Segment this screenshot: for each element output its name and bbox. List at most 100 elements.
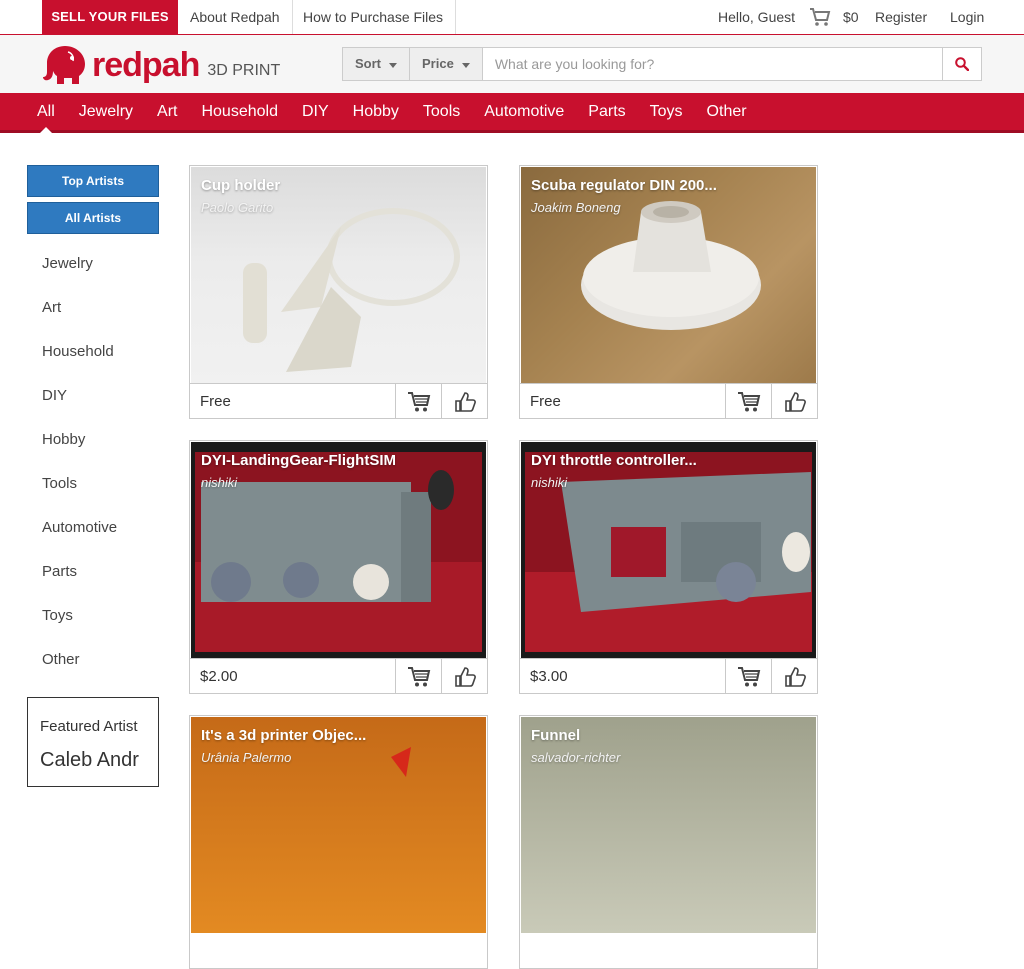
top-artists-button[interactable]: Top Artists bbox=[27, 165, 159, 197]
search-icon bbox=[955, 57, 969, 71]
add-to-cart-button[interactable] bbox=[395, 384, 441, 419]
category-tab-diy[interactable]: DIY bbox=[290, 93, 341, 130]
product-title[interactable]: It's a 3d printer Objec... bbox=[201, 727, 366, 744]
category-tab-hobby[interactable]: Hobby bbox=[341, 93, 411, 130]
sell-your-files-button[interactable]: SELL YOUR FILES bbox=[42, 0, 178, 34]
product-title[interactable]: DYI-LandingGear-FlightSIM bbox=[201, 452, 396, 469]
category-nav: All Jewelry Art Household DIY Hobby Tool… bbox=[0, 93, 1024, 133]
cart-icon bbox=[809, 7, 831, 27]
product-price: $2.00 bbox=[200, 668, 238, 685]
product-title[interactable]: DYI throttle controller... bbox=[531, 452, 697, 469]
featured-artist-name[interactable]: Caleb Andr bbox=[40, 749, 158, 772]
thumbs-up-icon bbox=[784, 666, 806, 687]
search-button[interactable] bbox=[942, 48, 981, 80]
thumbs-up-icon bbox=[454, 391, 476, 412]
top-utility-bar: SELL YOUR FILES About Redpah How to Purc… bbox=[0, 0, 1024, 35]
chevron-down-icon bbox=[461, 62, 470, 68]
sidebar: Top Artists All Artists Jewelry Art Hous… bbox=[27, 165, 159, 689]
sidebar-item-automotive[interactable]: Automotive bbox=[27, 513, 159, 557]
product-card[interactable]: Cup holder Paolo Garito Free bbox=[189, 165, 488, 419]
price-dropdown[interactable]: Price bbox=[410, 48, 483, 80]
add-to-cart-button[interactable] bbox=[725, 384, 771, 419]
add-to-cart-button[interactable] bbox=[395, 659, 441, 694]
sidebar-item-tools[interactable]: Tools bbox=[27, 469, 159, 513]
category-tab-parts[interactable]: Parts bbox=[576, 93, 637, 130]
product-card[interactable]: Scuba regulator DIN 200... Joakim Boneng… bbox=[519, 165, 818, 419]
category-tab-toys[interactable]: Toys bbox=[638, 93, 695, 130]
sidebar-item-household[interactable]: Household bbox=[27, 337, 159, 381]
product-card[interactable]: DYI throttle controller... nishiki $3.00 bbox=[519, 440, 818, 694]
how-to-purchase-link[interactable]: How to Purchase Files bbox=[291, 0, 457, 34]
thumbs-up-icon bbox=[454, 666, 476, 687]
redpah-logo[interactable]: redpah 3D PRINT bbox=[42, 43, 292, 87]
like-button[interactable] bbox=[441, 384, 487, 419]
greeting-text: Hello, Guest bbox=[718, 9, 796, 25]
cart-icon bbox=[737, 391, 760, 411]
cart-icon bbox=[737, 666, 760, 686]
sort-dropdown-label: Sort bbox=[355, 56, 381, 71]
cart-total: $0 bbox=[843, 9, 859, 25]
product-title[interactable]: Funnel bbox=[531, 727, 580, 744]
product-title[interactable]: Scuba regulator DIN 200... bbox=[531, 177, 717, 194]
product-action-bar: Free bbox=[520, 383, 817, 419]
sidebar-category-list: Jewelry Art Household DIY Hobby Tools Au… bbox=[27, 249, 159, 689]
about-redpah-link[interactable]: About Redpah bbox=[178, 0, 293, 34]
like-button[interactable] bbox=[771, 384, 817, 419]
sidebar-item-diy[interactable]: DIY bbox=[27, 381, 159, 425]
category-tab-all[interactable]: All bbox=[25, 93, 67, 133]
product-image[interactable]: DYI-LandingGear-FlightSIM nishiki bbox=[191, 442, 486, 658]
product-author[interactable]: Paolo Garito bbox=[201, 200, 273, 215]
site-header: redpah 3D PRINT Sort Price bbox=[0, 35, 1024, 93]
category-tab-tools[interactable]: Tools bbox=[411, 93, 472, 130]
product-price: $3.00 bbox=[530, 668, 568, 685]
logo-wordmark: redpah bbox=[92, 46, 200, 84]
product-card[interactable]: Funnel salvador-richter bbox=[519, 715, 818, 969]
product-card[interactable]: It's a 3d printer Objec... Urânia Palerm… bbox=[189, 715, 488, 969]
header-cart[interactable]: $0 bbox=[809, 0, 859, 34]
sidebar-item-other[interactable]: Other bbox=[27, 645, 159, 689]
sort-dropdown[interactable]: Sort bbox=[343, 48, 410, 80]
add-to-cart-button[interactable] bbox=[725, 659, 771, 694]
product-price: Free bbox=[200, 393, 231, 410]
category-tab-household[interactable]: Household bbox=[189, 93, 290, 130]
like-button[interactable] bbox=[771, 659, 817, 694]
product-title[interactable]: Cup holder bbox=[201, 177, 280, 194]
sidebar-item-art[interactable]: Art bbox=[27, 293, 159, 337]
category-tab-automotive[interactable]: Automotive bbox=[472, 93, 576, 130]
product-action-bar: Free bbox=[190, 383, 487, 419]
product-author[interactable]: nishiki bbox=[531, 475, 567, 490]
cart-icon bbox=[407, 666, 430, 686]
product-author[interactable]: nishiki bbox=[201, 475, 237, 490]
logo-subtitle: 3D PRINT bbox=[207, 62, 281, 79]
product-image[interactable]: It's a 3d printer Objec... Urânia Palerm… bbox=[191, 717, 486, 933]
like-button[interactable] bbox=[441, 659, 487, 694]
register-link[interactable]: Register bbox=[875, 0, 927, 34]
search-bar: Sort Price bbox=[342, 47, 982, 81]
sidebar-item-parts[interactable]: Parts bbox=[27, 557, 159, 601]
chevron-down-icon bbox=[389, 62, 397, 68]
featured-artist-title: Featured Artist bbox=[40, 718, 138, 735]
category-tab-other[interactable]: Other bbox=[695, 93, 759, 130]
product-image[interactable]: DYI throttle controller... nishiki bbox=[521, 442, 816, 658]
sidebar-item-jewelry[interactable]: Jewelry bbox=[27, 249, 159, 293]
product-author[interactable]: Urânia Palermo bbox=[201, 750, 291, 765]
category-tab-art[interactable]: Art bbox=[145, 93, 189, 130]
elephant-logo-icon bbox=[43, 46, 85, 84]
product-author[interactable]: Joakim Boneng bbox=[531, 200, 621, 215]
category-tab-jewelry[interactable]: Jewelry bbox=[67, 93, 145, 130]
search-input[interactable] bbox=[482, 48, 942, 80]
product-image[interactable]: Cup holder Paolo Garito bbox=[191, 167, 486, 383]
all-artists-button[interactable]: All Artists bbox=[27, 202, 159, 234]
price-dropdown-label: Price bbox=[422, 56, 454, 71]
login-link[interactable]: Login bbox=[950, 0, 984, 34]
featured-artist-box[interactable]: Featured Artist Caleb Andr bbox=[27, 697, 159, 787]
product-price: Free bbox=[530, 393, 561, 410]
product-author[interactable]: salvador-richter bbox=[531, 750, 620, 765]
product-card[interactable]: DYI-LandingGear-FlightSIM nishiki $2.00 bbox=[189, 440, 488, 694]
product-image[interactable]: Funnel salvador-richter bbox=[521, 717, 816, 933]
sidebar-item-toys[interactable]: Toys bbox=[27, 601, 159, 645]
thumbs-up-icon bbox=[784, 391, 806, 412]
sidebar-item-hobby[interactable]: Hobby bbox=[27, 425, 159, 469]
product-image[interactable]: Scuba regulator DIN 200... Joakim Boneng bbox=[521, 167, 816, 383]
product-action-bar: $2.00 bbox=[190, 658, 487, 694]
